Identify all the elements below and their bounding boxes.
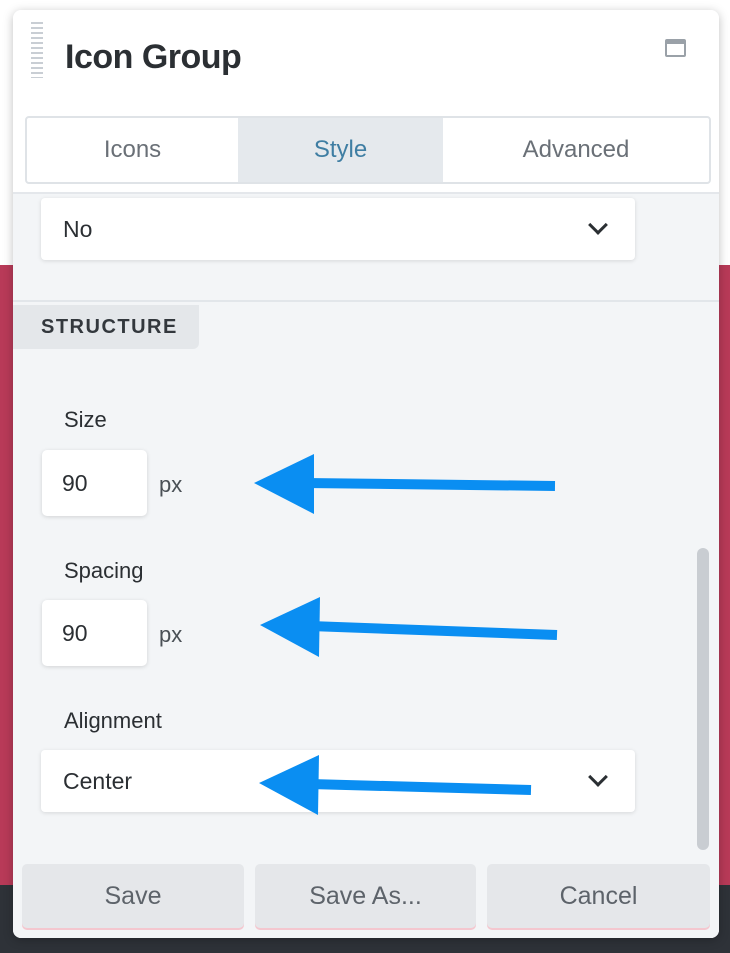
- drag-handle-icon[interactable]: [31, 22, 43, 78]
- tab-advanced[interactable]: Advanced: [443, 118, 709, 182]
- tab-style[interactable]: Style: [238, 118, 443, 182]
- size-unit: px: [159, 472, 183, 497]
- settings-panel: Icon Group Icons Style Advanced No STRUC…: [13, 10, 719, 938]
- panel-title: Icon Group: [65, 38, 242, 76]
- section-header-structure: STRUCTURE: [13, 305, 199, 349]
- chevron-down-icon: [588, 767, 608, 787]
- spacing-label: Spacing: [64, 558, 144, 583]
- panel-header: Icon Group: [13, 10, 719, 112]
- save-button[interactable]: Save: [22, 864, 244, 928]
- scrollbar-thumb[interactable]: [697, 548, 709, 850]
- cancel-button[interactable]: Cancel: [487, 864, 710, 928]
- top-select[interactable]: No: [41, 198, 635, 260]
- window-icon[interactable]: [665, 39, 686, 57]
- top-select-value: No: [63, 216, 93, 242]
- alignment-select-value: Center: [63, 768, 133, 794]
- spacing-input[interactable]: [42, 600, 147, 666]
- alignment-label: Alignment: [64, 708, 162, 733]
- tab-icons[interactable]: Icons: [27, 118, 238, 182]
- header-divider: [13, 192, 719, 194]
- tab-bar: Icons Style Advanced: [25, 116, 711, 184]
- alignment-select[interactable]: Center: [41, 750, 635, 812]
- size-label: Size: [64, 407, 107, 432]
- section-divider: [13, 300, 719, 302]
- section-title: STRUCTURE: [41, 316, 178, 338]
- chevron-down-icon: [588, 215, 608, 235]
- save-as-button[interactable]: Save As...: [255, 864, 476, 928]
- size-input[interactable]: [42, 450, 147, 516]
- spacing-unit: px: [159, 622, 183, 647]
